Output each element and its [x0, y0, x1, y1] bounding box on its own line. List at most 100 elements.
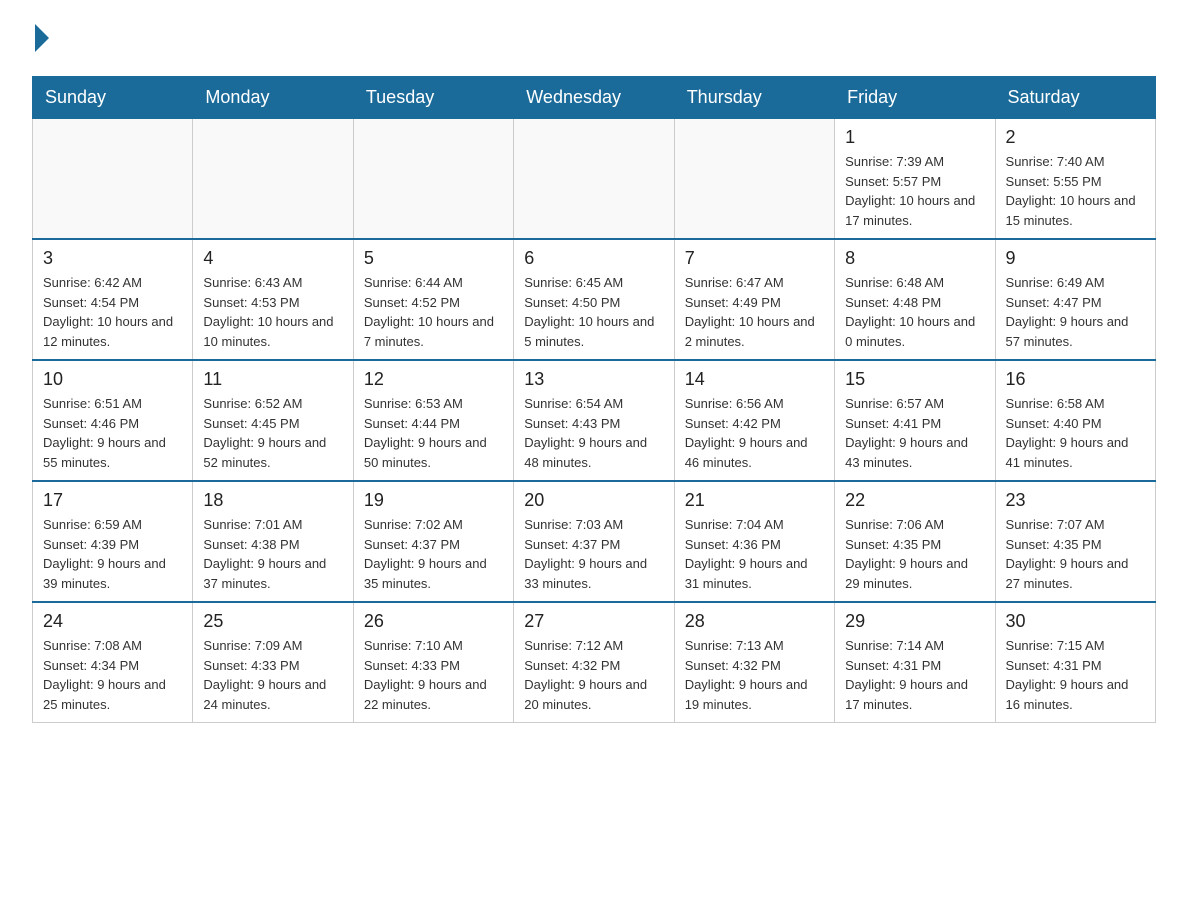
day-info: Sunrise: 6:49 AMSunset: 4:47 PMDaylight:…	[1006, 273, 1145, 351]
calendar-cell: 9Sunrise: 6:49 AMSunset: 4:47 PMDaylight…	[995, 239, 1155, 360]
day-number: 18	[203, 490, 342, 511]
day-info: Sunrise: 6:47 AMSunset: 4:49 PMDaylight:…	[685, 273, 824, 351]
day-info: Sunrise: 7:07 AMSunset: 4:35 PMDaylight:…	[1006, 515, 1145, 593]
day-number: 29	[845, 611, 984, 632]
calendar-cell	[353, 119, 513, 240]
day-number: 4	[203, 248, 342, 269]
calendar-cell: 16Sunrise: 6:58 AMSunset: 4:40 PMDayligh…	[995, 360, 1155, 481]
day-info: Sunrise: 6:54 AMSunset: 4:43 PMDaylight:…	[524, 394, 663, 472]
calendar-cell: 8 Sunrise: 6:48 AMSunset: 4:48 PMDaylight…	[835, 239, 995, 360]
day-info: Sunrise: 6:59 AMSunset: 4:39 PMDaylight:…	[43, 515, 182, 593]
day-info: Sunrise: 7:10 AMSunset: 4:33 PMDaylight:…	[364, 636, 503, 714]
calendar-cell: 1 Sunrise: 7:39 AMSunset: 5:57 PMDaylight…	[835, 119, 995, 240]
logo	[32, 24, 49, 52]
calendar-cell: 3 Sunrise: 6:42 AMSunset: 4:54 PMDaylight…	[33, 239, 193, 360]
calendar-cell	[674, 119, 834, 240]
day-number: 19	[364, 490, 503, 511]
day-number: 12	[364, 369, 503, 390]
day-info: Sunrise: 6:56 AMSunset: 4:42 PMDaylight:…	[685, 394, 824, 472]
calendar-cell	[514, 119, 674, 240]
day-info: Sunrise: 6:58 AMSunset: 4:40 PMDaylight:…	[1006, 394, 1145, 472]
page-header	[32, 24, 1156, 52]
calendar-header-row: SundayMondayTuesdayWednesdayThursdayFrid…	[33, 77, 1156, 119]
day-number: 5	[364, 248, 503, 269]
calendar-cell	[193, 119, 353, 240]
day-number: 20	[524, 490, 663, 511]
day-info: Sunrise: 7:14 AMSunset: 4:31 PMDaylight:…	[845, 636, 984, 714]
day-number: 17	[43, 490, 182, 511]
calendar-cell: 26 Sunrise: 7:10 AMSunset: 4:33 PMDayligh…	[353, 602, 513, 723]
calendar-week-row: 24Sunrise: 7:08 AMSunset: 4:34 PMDayligh…	[33, 602, 1156, 723]
calendar-cell: 11 Sunrise: 6:52 AMSunset: 4:45 PMDayligh…	[193, 360, 353, 481]
column-header-thursday: Thursday	[674, 77, 834, 119]
calendar-cell: 22 Sunrise: 7:06 AMSunset: 4:35 PMDayligh…	[835, 481, 995, 602]
calendar-table: SundayMondayTuesdayWednesdayThursdayFrid…	[32, 76, 1156, 723]
calendar-week-row: 3 Sunrise: 6:42 AMSunset: 4:54 PMDaylight…	[33, 239, 1156, 360]
day-info: Sunrise: 7:04 AMSunset: 4:36 PMDaylight:…	[685, 515, 824, 593]
day-number: 21	[685, 490, 824, 511]
day-info: Sunrise: 7:39 AMSunset: 5:57 PMDaylight:…	[845, 152, 984, 230]
day-info: Sunrise: 6:52 AMSunset: 4:45 PMDaylight:…	[203, 394, 342, 472]
day-number: 22	[845, 490, 984, 511]
calendar-cell: 6 Sunrise: 6:45 AMSunset: 4:50 PMDaylight…	[514, 239, 674, 360]
day-info: Sunrise: 7:12 AMSunset: 4:32 PMDaylight:…	[524, 636, 663, 714]
day-info: Sunrise: 7:40 AMSunset: 5:55 PMDaylight:…	[1006, 152, 1145, 230]
calendar-cell: 5 Sunrise: 6:44 AMSunset: 4:52 PMDaylight…	[353, 239, 513, 360]
day-number: 2	[1006, 127, 1145, 148]
column-header-tuesday: Tuesday	[353, 77, 513, 119]
calendar-week-row: 1 Sunrise: 7:39 AMSunset: 5:57 PMDaylight…	[33, 119, 1156, 240]
calendar-cell: 14Sunrise: 6:56 AMSunset: 4:42 PMDayligh…	[674, 360, 834, 481]
day-number: 7	[685, 248, 824, 269]
calendar-cell: 20 Sunrise: 7:03 AMSunset: 4:37 PMDayligh…	[514, 481, 674, 602]
column-header-monday: Monday	[193, 77, 353, 119]
day-info: Sunrise: 7:09 AMSunset: 4:33 PMDaylight:…	[203, 636, 342, 714]
calendar-cell: 30 Sunrise: 7:15 AMSunset: 4:31 PMDayligh…	[995, 602, 1155, 723]
day-number: 1	[845, 127, 984, 148]
day-number: 28	[685, 611, 824, 632]
calendar-cell: 17 Sunrise: 6:59 AMSunset: 4:39 PMDayligh…	[33, 481, 193, 602]
column-header-sunday: Sunday	[33, 77, 193, 119]
day-number: 27	[524, 611, 663, 632]
column-header-friday: Friday	[835, 77, 995, 119]
logo-triangle-icon	[35, 24, 49, 52]
day-number: 26	[364, 611, 503, 632]
day-info: Sunrise: 6:42 AMSunset: 4:54 PMDaylight:…	[43, 273, 182, 351]
day-number: 25	[203, 611, 342, 632]
column-header-saturday: Saturday	[995, 77, 1155, 119]
day-info: Sunrise: 7:13 AMSunset: 4:32 PMDaylight:…	[685, 636, 824, 714]
calendar-cell: 27 Sunrise: 7:12 AMSunset: 4:32 PMDayligh…	[514, 602, 674, 723]
day-number: 15	[845, 369, 984, 390]
calendar-week-row: 10 Sunrise: 6:51 AMSunset: 4:46 PMDayligh…	[33, 360, 1156, 481]
calendar-cell: 10 Sunrise: 6:51 AMSunset: 4:46 PMDayligh…	[33, 360, 193, 481]
day-info: Sunrise: 7:15 AMSunset: 4:31 PMDaylight:…	[1006, 636, 1145, 714]
day-number: 11	[203, 369, 342, 390]
calendar-cell: 23 Sunrise: 7:07 AMSunset: 4:35 PMDayligh…	[995, 481, 1155, 602]
day-info: Sunrise: 7:06 AMSunset: 4:35 PMDaylight:…	[845, 515, 984, 593]
calendar-cell: 24Sunrise: 7:08 AMSunset: 4:34 PMDayligh…	[33, 602, 193, 723]
day-number: 8	[845, 248, 984, 269]
calendar-cell: 2 Sunrise: 7:40 AMSunset: 5:55 PMDaylight…	[995, 119, 1155, 240]
calendar-cell: 21 Sunrise: 7:04 AMSunset: 4:36 PMDayligh…	[674, 481, 834, 602]
calendar-cell: 15Sunrise: 6:57 AMSunset: 4:41 PMDayligh…	[835, 360, 995, 481]
calendar-cell: 7 Sunrise: 6:47 AMSunset: 4:49 PMDaylight…	[674, 239, 834, 360]
day-number: 30	[1006, 611, 1145, 632]
calendar-cell: 28 Sunrise: 7:13 AMSunset: 4:32 PMDayligh…	[674, 602, 834, 723]
day-info: Sunrise: 6:48 AMSunset: 4:48 PMDaylight:…	[845, 273, 984, 351]
column-header-wednesday: Wednesday	[514, 77, 674, 119]
day-number: 10	[43, 369, 182, 390]
day-number: 3	[43, 248, 182, 269]
day-info: Sunrise: 7:02 AMSunset: 4:37 PMDaylight:…	[364, 515, 503, 593]
calendar-cell: 12 Sunrise: 6:53 AMSunset: 4:44 PMDayligh…	[353, 360, 513, 481]
day-number: 13	[524, 369, 663, 390]
day-number: 23	[1006, 490, 1145, 511]
day-info: Sunrise: 6:51 AMSunset: 4:46 PMDaylight:…	[43, 394, 182, 472]
day-info: Sunrise: 7:03 AMSunset: 4:37 PMDaylight:…	[524, 515, 663, 593]
calendar-cell: 13 Sunrise: 6:54 AMSunset: 4:43 PMDayligh…	[514, 360, 674, 481]
calendar-cell: 19 Sunrise: 7:02 AMSunset: 4:37 PMDayligh…	[353, 481, 513, 602]
day-number: 6	[524, 248, 663, 269]
day-info: Sunrise: 6:53 AMSunset: 4:44 PMDaylight:…	[364, 394, 503, 472]
day-info: Sunrise: 6:44 AMSunset: 4:52 PMDaylight:…	[364, 273, 503, 351]
calendar-cell: 18Sunrise: 7:01 AMSunset: 4:38 PMDayligh…	[193, 481, 353, 602]
calendar-cell: 29 Sunrise: 7:14 AMSunset: 4:31 PMDayligh…	[835, 602, 995, 723]
day-info: Sunrise: 6:45 AMSunset: 4:50 PMDaylight:…	[524, 273, 663, 351]
